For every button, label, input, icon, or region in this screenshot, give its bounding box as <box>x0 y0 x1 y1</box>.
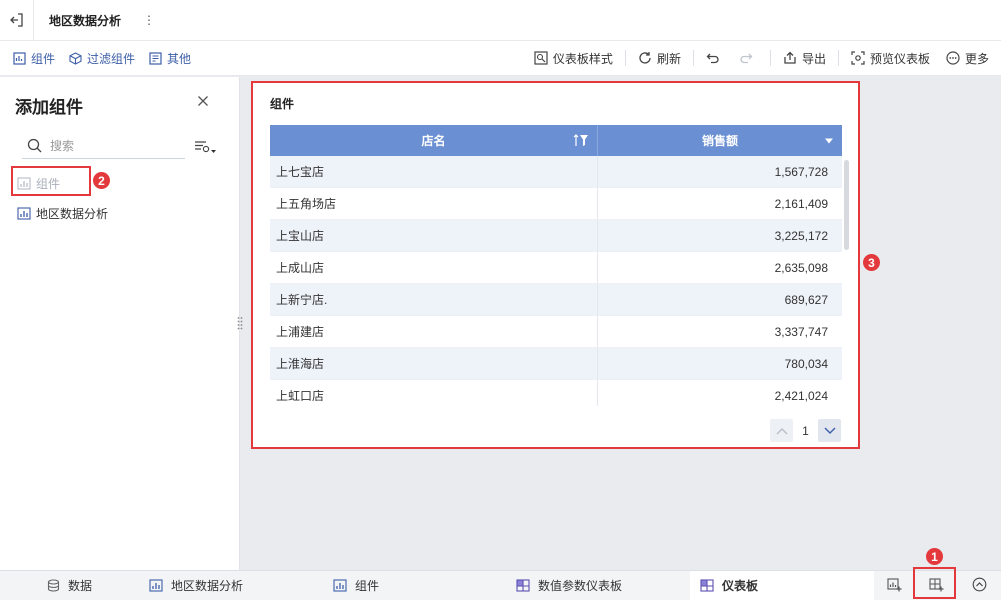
tab-label: 组件 <box>355 579 380 593</box>
tab-label: 数值参数仪表板 <box>538 579 623 593</box>
other-label: 其他 <box>167 51 192 66</box>
annotation-badge-3: 3 <box>863 254 880 271</box>
tab-label: 仪表板 <box>722 579 759 593</box>
add-chart-tab-button[interactable] <box>887 577 902 592</box>
collapse-tabs-button[interactable] <box>972 577 987 592</box>
bar-chart-icon <box>149 579 163 592</box>
toolbar-divider <box>769 50 771 66</box>
search-input[interactable] <box>50 138 170 153</box>
drag-handle-icon <box>237 317 243 330</box>
refresh-label: 刷新 <box>656 51 681 66</box>
title-menu-button[interactable]: ⋮ <box>143 13 155 27</box>
document-title: 地区数据分析 <box>49 13 122 28</box>
tab-region-analysis[interactable]: 地区数据分析 <box>149 571 243 600</box>
add-component-button[interactable]: 组件 <box>13 50 55 67</box>
redo-icon <box>740 53 753 64</box>
exit-icon <box>9 13 23 27</box>
tab-numeric-param-dashboard[interactable]: 数值参数仪表板 <box>516 571 622 600</box>
component-item-label: 地区数据分析 <box>36 207 109 221</box>
close-panel-button[interactable] <box>197 95 209 107</box>
bar-chart-icon <box>333 579 347 592</box>
search-box <box>22 133 185 159</box>
close-icon <box>198 96 208 106</box>
refresh-icon <box>639 52 651 64</box>
add-chart-icon <box>887 578 902 592</box>
highlight-box-3 <box>251 81 860 449</box>
tab-component[interactable]: 组件 <box>333 571 379 600</box>
preview-icon <box>851 51 865 65</box>
style-icon <box>534 51 548 65</box>
filter-component-label: 过滤组件 <box>87 51 136 66</box>
more-icon <box>946 51 960 65</box>
filter-component-button[interactable]: 过滤组件 <box>69 50 135 67</box>
search-icon <box>27 138 42 153</box>
preview-dashboard-button[interactable]: 预览仪表板 <box>851 50 930 67</box>
dashboard-style-button[interactable]: 仪表板样式 <box>534 50 613 67</box>
dashboard-style-label: 仪表板样式 <box>552 51 613 66</box>
highlight-box-2 <box>11 166 91 196</box>
undo-icon <box>706 53 719 64</box>
top-bar: 地区数据分析 ⋮ <box>0 0 1001 41</box>
more-label: 更多 <box>964 51 989 66</box>
export-label: 导出 <box>801 51 826 66</box>
cube-icon <box>69 51 82 65</box>
exit-button[interactable] <box>0 0 34 41</box>
other-button[interactable]: 其他 <box>149 50 191 67</box>
chart-add-icon <box>13 51 26 65</box>
annotation-badge-1: 1 <box>926 548 943 565</box>
annotation-badge-2: 2 <box>93 172 110 189</box>
bar-chart-icon <box>17 207 31 220</box>
component-item-region-analysis[interactable]: 地区数据分析 <box>17 205 108 222</box>
filter-sort-button[interactable] <box>194 140 216 154</box>
highlight-box-1 <box>913 567 956 599</box>
tab-label: 数据 <box>68 579 93 593</box>
bottom-tab-bar: 数据 地区数据分析 组件 数值参数仪表板 仪表板 <box>0 570 1001 600</box>
database-icon <box>47 579 60 592</box>
more-button[interactable]: 更多 <box>946 50 989 67</box>
refresh-button[interactable]: 刷新 <box>638 50 681 67</box>
toolbar-divider <box>692 50 694 66</box>
export-icon <box>784 51 796 64</box>
dashboard-icon <box>700 579 714 592</box>
panel-resize-handle[interactable] <box>237 316 243 330</box>
toolbar: 组件 过滤组件 其他 仪表板样式 刷新 导出 预览仪表板 更多 <box>0 41 1001 76</box>
toolbar-divider <box>837 50 839 66</box>
tab-label: 地区数据分析 <box>171 579 244 593</box>
add-component-panel: 添加组件 组件 地区数据分析 <box>0 77 240 570</box>
redo-button[interactable] <box>739 51 758 65</box>
chevron-up-circle-icon <box>972 577 987 592</box>
preview-label: 预览仪表板 <box>869 51 930 66</box>
filter-list-icon <box>195 141 216 153</box>
other-icon <box>149 51 162 65</box>
tab-dashboard-active[interactable]: 仪表板 <box>690 571 874 600</box>
toolbar-divider <box>624 50 626 66</box>
panel-title: 添加组件 <box>15 98 83 117</box>
dashboard-icon <box>516 579 530 592</box>
undo-button[interactable] <box>706 51 725 65</box>
tab-data[interactable]: 数据 <box>47 571 92 600</box>
export-button[interactable]: 导出 <box>783 50 826 67</box>
component-label: 组件 <box>31 51 56 66</box>
